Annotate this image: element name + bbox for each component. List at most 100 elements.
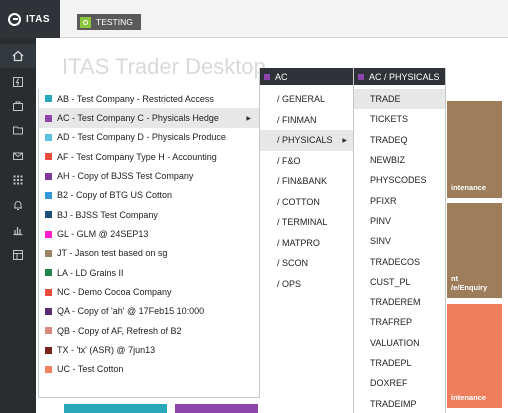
- folder-icon[interactable]: [0, 118, 36, 142]
- layout-icon[interactable]: [0, 243, 36, 267]
- function-label: PINV: [370, 215, 392, 226]
- function-menu-item[interactable]: TRADECOS: [354, 251, 445, 271]
- function-menu-item[interactable]: SINV: [354, 231, 445, 251]
- company-menu-item[interactable]: JT - Jason test based on sg: [39, 244, 259, 263]
- function-menu-item[interactable]: NEWBIZ: [354, 150, 445, 170]
- desktop-tile[interactable]: intenance: [447, 101, 502, 198]
- company-menu-item[interactable]: LA - LD Grains II: [39, 263, 259, 282]
- module-menu-item[interactable]: / TERMINAL: [260, 212, 353, 233]
- left-nav-rail: [0, 38, 36, 413]
- company-label: QB - Copy of AF, Refresh of B2: [57, 325, 182, 336]
- company-menu-item[interactable]: AH - Copy of BJSS Test Company: [39, 166, 259, 185]
- bar-chart-icon[interactable]: [0, 218, 36, 242]
- submenu-header-label: AC: [275, 71, 288, 82]
- function-menu-item[interactable]: CUST_PL: [354, 272, 445, 292]
- function-label: TRAFREP: [370, 317, 413, 328]
- company-menu-item[interactable]: AF - Test Company Type H - Accounting: [39, 147, 259, 166]
- function-label: SINV: [370, 236, 392, 247]
- module-menu-item[interactable]: / SCON: [260, 253, 353, 274]
- company-color-swatch: [45, 191, 52, 199]
- module-menu-item[interactable]: / OPS: [260, 274, 353, 295]
- function-menu-item[interactable]: TICKETS: [354, 109, 445, 129]
- company-color-swatch: [45, 249, 52, 257]
- tile-label: nt /e/Enquiry: [451, 274, 488, 292]
- module-menu-item[interactable]: / COTTON: [260, 192, 353, 213]
- module-label: / FIN&BANK: [277, 176, 328, 187]
- lightning-icon[interactable]: [0, 70, 36, 94]
- submenu-arrow-icon: ▶: [246, 115, 251, 122]
- physicals-submenu: AC / PHYSICALS TRADE TICKETS TRADEQ NEWB…: [353, 68, 446, 413]
- submenu-header-label: AC / PHYSICALS: [369, 71, 440, 82]
- company-color-swatch: [45, 307, 52, 315]
- function-menu-item[interactable]: DOXREF: [354, 373, 445, 393]
- function-label: VALUATION: [370, 337, 420, 348]
- function-label: TRADEPL: [370, 358, 412, 368]
- company-menu-item[interactable]: B2 - Copy of BTG US Cotton: [39, 186, 259, 205]
- bell-icon[interactable]: [0, 193, 36, 217]
- module-label: / F&O: [277, 155, 301, 166]
- function-label: TRADEIMP: [370, 398, 417, 409]
- company-label: AH - Copy of BJSS Test Company: [57, 171, 194, 182]
- company-label: BJ - BJSS Test Company: [57, 209, 158, 220]
- module-menu-item[interactable]: / FINMAN: [260, 110, 353, 131]
- environment-icon: [80, 16, 91, 28]
- function-menu-item[interactable]: TRADEREM: [354, 292, 445, 312]
- company-menu-item[interactable]: TX - 'tx' (ASR) @ 7jun13: [39, 340, 259, 359]
- app-logo[interactable]: ITAS: [0, 0, 60, 38]
- function-label: TRADEREM: [370, 297, 421, 308]
- company-label: GL - GLM @ 24SEP13: [57, 229, 149, 240]
- module-menu-item[interactable]: / MATPRO: [260, 233, 353, 254]
- function-menu-item[interactable]: VALUATION: [354, 333, 445, 353]
- desktop-tile[interactable]: intenance: [447, 304, 502, 408]
- company-color-swatch: [45, 114, 52, 122]
- module-label: / SCON: [277, 258, 309, 269]
- company-label: B2 - Copy of BTG US Cotton: [57, 190, 173, 201]
- function-label: TRADEQ: [370, 134, 408, 145]
- submenu-arrow-icon: ▶: [342, 137, 347, 144]
- function-menu-item[interactable]: TRADEPL: [354, 353, 445, 373]
- function-label: NEWBIZ: [370, 155, 405, 166]
- mail-icon[interactable]: [0, 144, 36, 168]
- company-menu-item[interactable]: AB - Test Company - Restricted Access: [39, 89, 259, 108]
- module-menu-item[interactable]: / F&O: [260, 151, 353, 172]
- module-label: / TERMINAL: [277, 217, 328, 228]
- module-menu-item[interactable]: / FIN&BANK: [260, 171, 353, 192]
- module-menu-item[interactable]: / PHYSICALS ▶: [260, 130, 353, 151]
- company-menu-item[interactable]: AC - Test Company C - Physicals Hedge ▶: [39, 108, 259, 128]
- function-menu-item[interactable]: TRADE: [354, 89, 445, 110]
- function-menu-item[interactable]: TRADEIMP: [354, 393, 445, 413]
- function-menu-item[interactable]: PHYSCODES: [354, 170, 445, 190]
- grid-icon[interactable]: [0, 168, 36, 192]
- company-label: AF - Test Company Type H - Accounting: [57, 151, 217, 162]
- company-menu-item[interactable]: BJ - BJSS Test Company: [39, 205, 259, 224]
- function-menu-item[interactable]: TRAFREP: [354, 312, 445, 332]
- home-icon[interactable]: [0, 44, 36, 68]
- company-menu-item[interactable]: QA - Copy of 'ah' @ 17Feb15 10:000: [39, 302, 259, 321]
- company-color-swatch: [45, 288, 52, 296]
- tile-label: intenance: [451, 183, 487, 192]
- desktop-tile[interactable]: nt /e/Enquiry: [447, 203, 502, 298]
- company-color-swatch: [358, 73, 364, 80]
- company-color-swatch: [45, 269, 52, 277]
- module-label: / FINMAN: [277, 114, 317, 125]
- module-menu-item[interactable]: / GENERAL: [260, 89, 353, 110]
- function-menu-item[interactable]: TRADEQ: [354, 130, 445, 150]
- company-menu-item[interactable]: AD - Test Company D - Physicals Produce: [39, 128, 259, 147]
- company-menu-item[interactable]: GL - GLM @ 24SEP13: [39, 224, 259, 243]
- function-menu-item[interactable]: PINV: [354, 211, 445, 231]
- company-label: AB - Test Company - Restricted Access: [57, 93, 214, 104]
- desktop-tile-strip: [175, 404, 258, 413]
- company-menu-item[interactable]: NC - Demo Cocoa Company: [39, 282, 259, 301]
- environment-badge: TESTING: [77, 14, 141, 30]
- function-label: TICKETS: [370, 114, 409, 125]
- module-label: / GENERAL: [277, 94, 326, 105]
- function-label: PHYSCODES: [370, 175, 427, 186]
- function-label: PFIXR: [370, 195, 397, 206]
- briefcase-icon[interactable]: [0, 94, 36, 118]
- function-menu-item[interactable]: PFIXR: [354, 190, 445, 210]
- submenu-header: AC: [260, 68, 353, 85]
- company-color-swatch: [45, 327, 52, 335]
- company-menu-item[interactable]: QB - Copy of AF, Refresh of B2: [39, 321, 259, 340]
- company-menu-item[interactable]: UC - Test Cotton: [39, 360, 259, 379]
- company-color-swatch: [45, 95, 52, 103]
